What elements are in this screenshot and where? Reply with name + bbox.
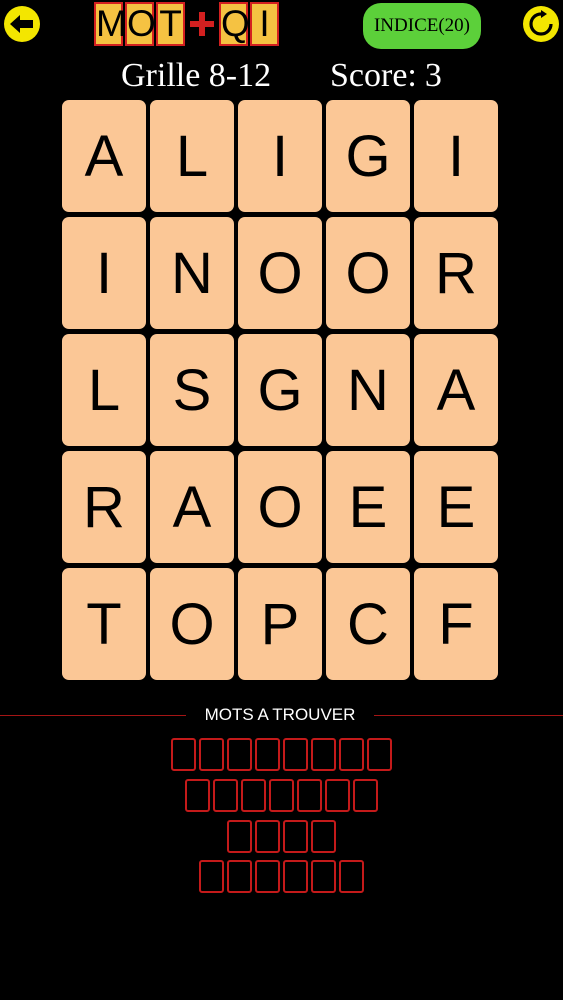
letter-tile[interactable]: I: [414, 100, 498, 212]
letter-slot[interactable]: [185, 779, 210, 812]
logo-letter: O: [125, 2, 156, 46]
score-display: Score: 3: [330, 56, 442, 96]
letter-tile[interactable]: C: [326, 568, 410, 680]
letter-tile[interactable]: G: [326, 100, 410, 212]
letter-tile[interactable]: L: [150, 100, 234, 212]
letter-grid: A L I G I I N O O R L S G N A R A O E E …: [62, 100, 502, 680]
letter-slot[interactable]: [255, 738, 280, 771]
arrow-left-icon: [10, 15, 33, 33]
letter-slot[interactable]: [255, 820, 280, 853]
letter-tile[interactable]: I: [238, 100, 322, 212]
letter-slot[interactable]: [367, 738, 392, 771]
letter-tile[interactable]: F: [414, 568, 498, 680]
grid-label: Grille 8-12: [121, 57, 272, 94]
back-button[interactable]: [4, 6, 40, 42]
letter-slot[interactable]: [227, 860, 252, 893]
letter-tile[interactable]: A: [150, 451, 234, 563]
letter-tile[interactable]: N: [150, 217, 234, 329]
word-slot-row-4: [0, 860, 563, 893]
refresh-icon: [529, 10, 553, 36]
letter-tile[interactable]: G: [238, 334, 322, 446]
letter-slot[interactable]: [199, 860, 224, 893]
letter-slot[interactable]: [339, 738, 364, 771]
letter-tile[interactable]: O: [238, 217, 322, 329]
letter-tile[interactable]: E: [414, 451, 498, 563]
letter-slot[interactable]: [283, 738, 308, 771]
divider-line: [374, 715, 563, 716]
word-slot-row-1: [0, 738, 563, 771]
letter-slot[interactable]: [213, 779, 238, 812]
letter-slot[interactable]: [199, 738, 224, 771]
divider-line: [0, 715, 186, 716]
letter-slot[interactable]: [283, 860, 308, 893]
logo-letter: T: [156, 2, 185, 46]
word-slot-row-2: [0, 779, 563, 812]
letter-slot[interactable]: [339, 860, 364, 893]
score-label: Score:: [330, 57, 417, 94]
letter-tile[interactable]: I: [62, 217, 146, 329]
letter-tile[interactable]: N: [326, 334, 410, 446]
logo-letter: Q: [219, 2, 250, 46]
letter-tile[interactable]: A: [414, 334, 498, 446]
letter-tile[interactable]: A: [62, 100, 146, 212]
letter-slot[interactable]: [353, 779, 378, 812]
letter-slot[interactable]: [255, 860, 280, 893]
letter-tile[interactable]: S: [150, 334, 234, 446]
hint-button[interactable]: INDICE(20): [363, 3, 481, 49]
letter-slot[interactable]: [269, 779, 294, 812]
letter-tile[interactable]: O: [150, 568, 234, 680]
letter-tile[interactable]: P: [238, 568, 322, 680]
letter-slot[interactable]: [297, 779, 322, 812]
letter-slot[interactable]: [171, 738, 196, 771]
letter-slot[interactable]: [311, 820, 336, 853]
refresh-button[interactable]: [523, 6, 559, 42]
letter-tile[interactable]: R: [62, 451, 146, 563]
words-section-title: MOTS A TROUVER: [204, 705, 356, 724]
letter-tile[interactable]: E: [326, 451, 410, 563]
logo-letter: M: [94, 2, 127, 46]
letter-tile[interactable]: O: [238, 451, 322, 563]
letter-slot[interactable]: [227, 820, 252, 853]
letter-tile[interactable]: L: [62, 334, 146, 446]
letter-slot[interactable]: [311, 738, 336, 771]
word-slot-row-3: [0, 820, 563, 853]
letter-slot[interactable]: [283, 820, 308, 853]
letter-slot[interactable]: [241, 779, 266, 812]
app-logo: M O T Q I: [94, 0, 281, 48]
letter-slot[interactable]: [227, 738, 252, 771]
letter-slot[interactable]: [311, 860, 336, 893]
letter-tile[interactable]: O: [326, 217, 410, 329]
logo-letter: I: [250, 2, 279, 46]
letter-tile[interactable]: T: [62, 568, 146, 680]
letter-slot[interactable]: [325, 779, 350, 812]
plus-icon: [187, 2, 217, 46]
letter-tile[interactable]: R: [414, 217, 498, 329]
score-value: 3: [424, 57, 442, 94]
